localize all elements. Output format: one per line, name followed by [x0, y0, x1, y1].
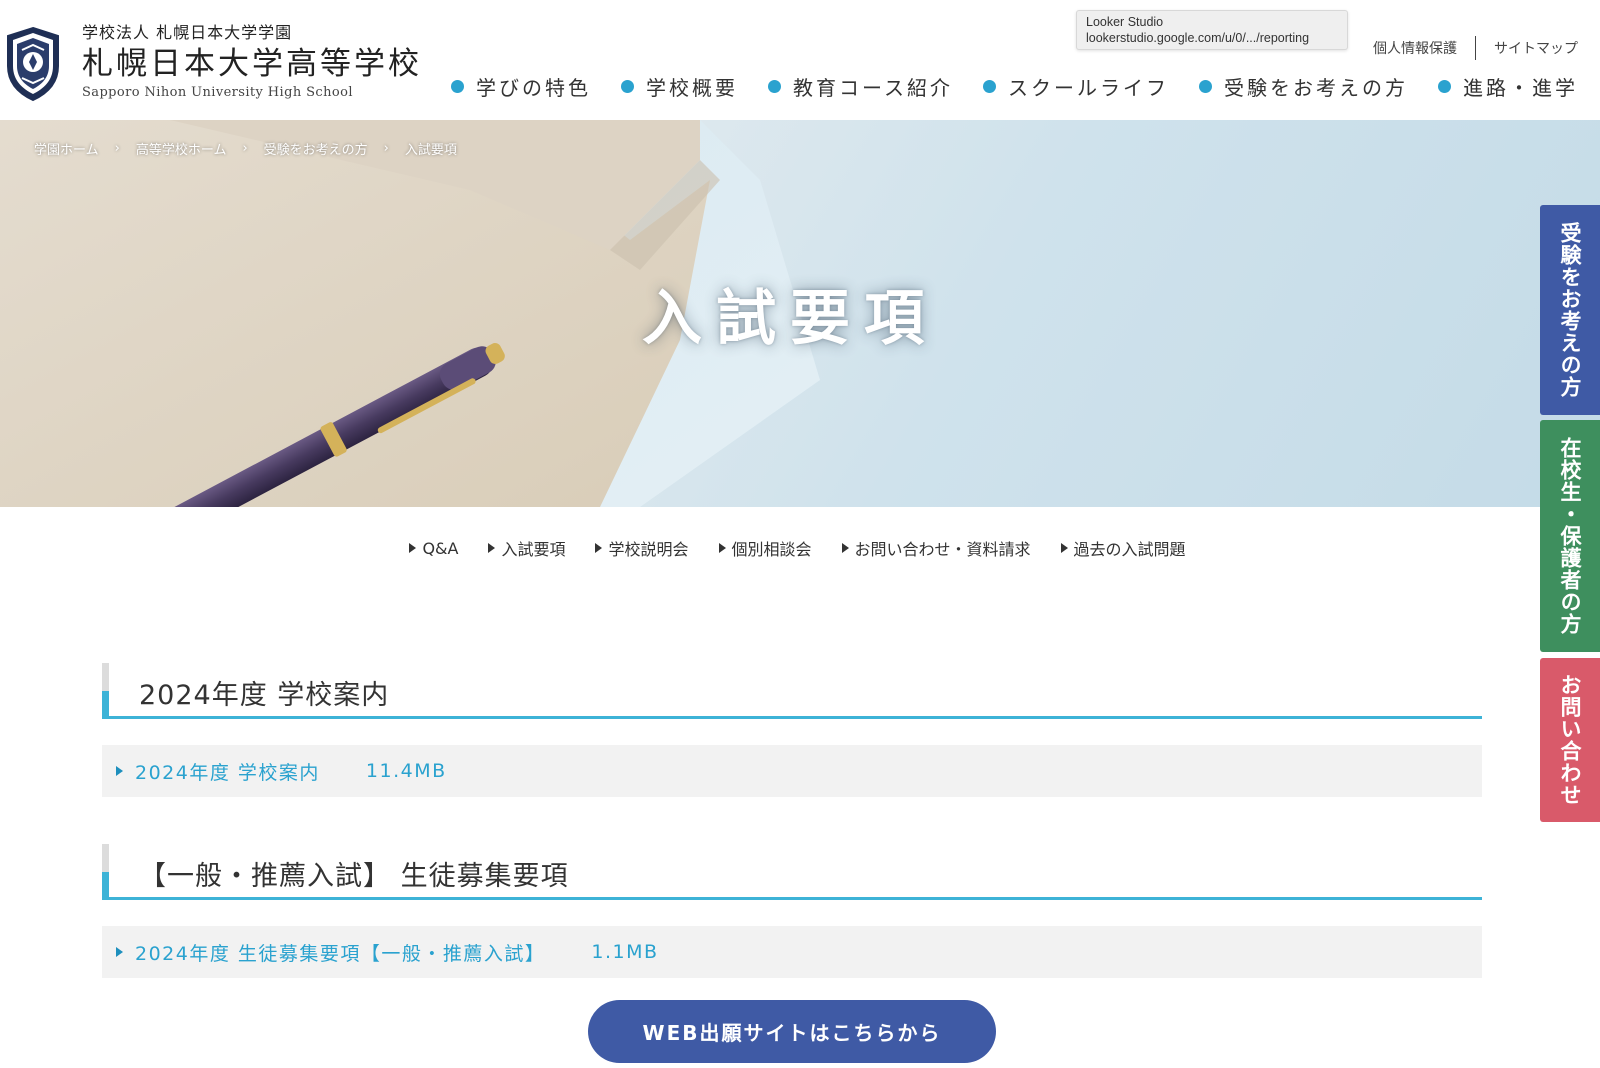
nav-item-label: 受験をお考えの方 [1224, 76, 1408, 100]
breadcrumb-item-academy-home[interactable]: 学園ホーム [34, 139, 99, 158]
sub-nav-admission-guide[interactable]: 入試要項 [488, 536, 565, 560]
breadcrumb-separator-icon: › [242, 141, 248, 156]
heading-accent-bar [102, 872, 109, 900]
side-tab-current-students[interactable]: 在校生・保護者の方 [1540, 420, 1600, 652]
section-heading: 2024年度 学校案内 [102, 663, 1482, 719]
sub-nav-label: お問い合わせ・資料請求 [854, 540, 1031, 559]
document-link-row[interactable]: 2024年度 生徒募集要項【一般・推薦入試】 1.1MB [102, 926, 1482, 978]
logo-english-name: Sapporo Nihon University High School [82, 85, 353, 100]
bullet-dot-icon [621, 80, 634, 93]
triangle-right-icon [409, 543, 417, 553]
document-name[interactable]: 2024年度 学校案内 [135, 758, 320, 785]
sub-nav-label: 過去の入試問題 [1073, 540, 1186, 559]
breadcrumb-item-prospective[interactable]: 受験をお考えの方 [264, 139, 368, 158]
utility-divider [1475, 36, 1476, 60]
triangle-right-icon [595, 543, 603, 553]
section-title: 2024年度 学校案内 [139, 680, 390, 711]
link-tooltip: Looker Studio lookerstudio.google.com/u/… [1076, 10, 1348, 50]
utility-links: 個人情報保護 サイトマップ [1373, 36, 1578, 60]
heading-accent-bar [102, 691, 109, 719]
bullet-dot-icon [768, 80, 781, 93]
nav-item-prospective[interactable]: 受験をお考えの方 [1199, 72, 1408, 101]
sub-nav-label: 学校説明会 [608, 540, 689, 559]
nav-item-career[interactable]: 進路・進学 [1438, 72, 1578, 101]
document-size: 1.1MB [591, 941, 659, 963]
triangle-right-icon [116, 947, 123, 957]
document-link-row[interactable]: 2024年度 学校案内 11.4MB [102, 745, 1482, 797]
sub-nav-past-exams[interactable]: 過去の入試問題 [1060, 536, 1186, 560]
sub-nav-label: 個別相談会 [731, 540, 812, 559]
side-tab-prospective[interactable]: 受験をお考えの方 [1540, 205, 1600, 415]
breadcrumb-item-current: 入試要項 [404, 143, 457, 158]
nav-item-features[interactable]: 学びの特色 [451, 72, 591, 101]
web-application-button[interactable]: WEB出願サイトはこちらから [588, 1000, 996, 1063]
heading-accent-bar [102, 844, 109, 872]
triangle-right-icon [488, 543, 496, 553]
section-heading: 【一般・推薦入試】 生徒募集要項 [102, 844, 1482, 900]
page-title: 入試要項 [642, 284, 938, 354]
hero-banner: 学園ホーム › 高等学校ホーム › 受験をお考えの方 › 入試要項 入試要項 [0, 120, 1600, 507]
sub-nav: Q&A 入試要項 学校説明会 個別相談会 お問い合わせ・資料請求 過去の入試問題 [0, 536, 1600, 560]
nav-item-label: 学校概要 [646, 76, 738, 100]
sub-nav-label: 入試要項 [501, 540, 566, 559]
triangle-right-icon [1060, 543, 1068, 553]
logo-corp-name: 学校法人 札幌日本大学学園 [82, 23, 293, 42]
sitemap-link[interactable]: サイトマップ [1494, 38, 1578, 58]
school-emblem-icon[interactable] [4, 26, 62, 102]
breadcrumb: 学園ホーム › 高等学校ホーム › 受験をお考えの方 › 入試要項 [34, 139, 457, 158]
tooltip-title: Looker Studio [1086, 15, 1164, 29]
sub-nav-consultation[interactable]: 個別相談会 [718, 536, 812, 560]
document-name[interactable]: 2024年度 生徒募集要項【一般・推薦入試】 [135, 939, 545, 966]
side-tab-contact[interactable]: お問い合わせ [1540, 658, 1600, 822]
heading-accent-bar [102, 663, 109, 691]
breadcrumb-separator-icon: › [114, 141, 120, 156]
logo-school-name: 札幌日本大学高等学校 [82, 46, 422, 82]
nav-item-school-life[interactable]: スクールライフ [983, 72, 1169, 101]
sub-nav-contact-request[interactable]: お問い合わせ・資料請求 [841, 536, 1031, 560]
site-logo[interactable]: 学校法人 札幌日本大学学園 札幌日本大学高等学校 Sapporo Nihon U… [82, 22, 422, 102]
sub-nav-info-session[interactable]: 学校説明会 [595, 536, 689, 560]
triangle-right-icon [841, 543, 849, 553]
sub-nav-label: Q&A [422, 538, 459, 558]
site-header: 学校法人 札幌日本大学学園 札幌日本大学高等学校 Sapporo Nihon U… [0, 0, 1600, 120]
breadcrumb-separator-icon: › [383, 141, 389, 156]
sub-nav-qa[interactable]: Q&A [409, 536, 458, 560]
main-nav: 学びの特色 学校概要 教育コース紹介 スクールライフ 受験をお考えの方 進路・進… [451, 72, 1578, 101]
nav-item-label: スクールライフ [1008, 76, 1169, 100]
bullet-dot-icon [1438, 80, 1451, 93]
nav-item-label: 学びの特色 [476, 76, 591, 100]
triangle-right-icon [116, 766, 123, 776]
privacy-link[interactable]: 個人情報保護 [1373, 38, 1457, 58]
bullet-dot-icon [451, 80, 464, 93]
triangle-right-icon [718, 543, 726, 553]
nav-item-courses[interactable]: 教育コース紹介 [768, 72, 953, 101]
tooltip-url: lookerstudio.google.com/u/0/.../reportin… [1086, 31, 1310, 45]
nav-item-overview[interactable]: 学校概要 [621, 72, 738, 101]
section-title: 【一般・推薦入試】 生徒募集要項 [139, 861, 569, 892]
document-size: 11.4MB [365, 760, 447, 782]
nav-item-label: 教育コース紹介 [793, 76, 953, 100]
bullet-dot-icon [983, 80, 996, 93]
nav-item-label: 進路・進学 [1463, 76, 1578, 100]
bullet-dot-icon [1199, 80, 1212, 93]
breadcrumb-item-high-school-home[interactable]: 高等学校ホーム [136, 139, 227, 158]
